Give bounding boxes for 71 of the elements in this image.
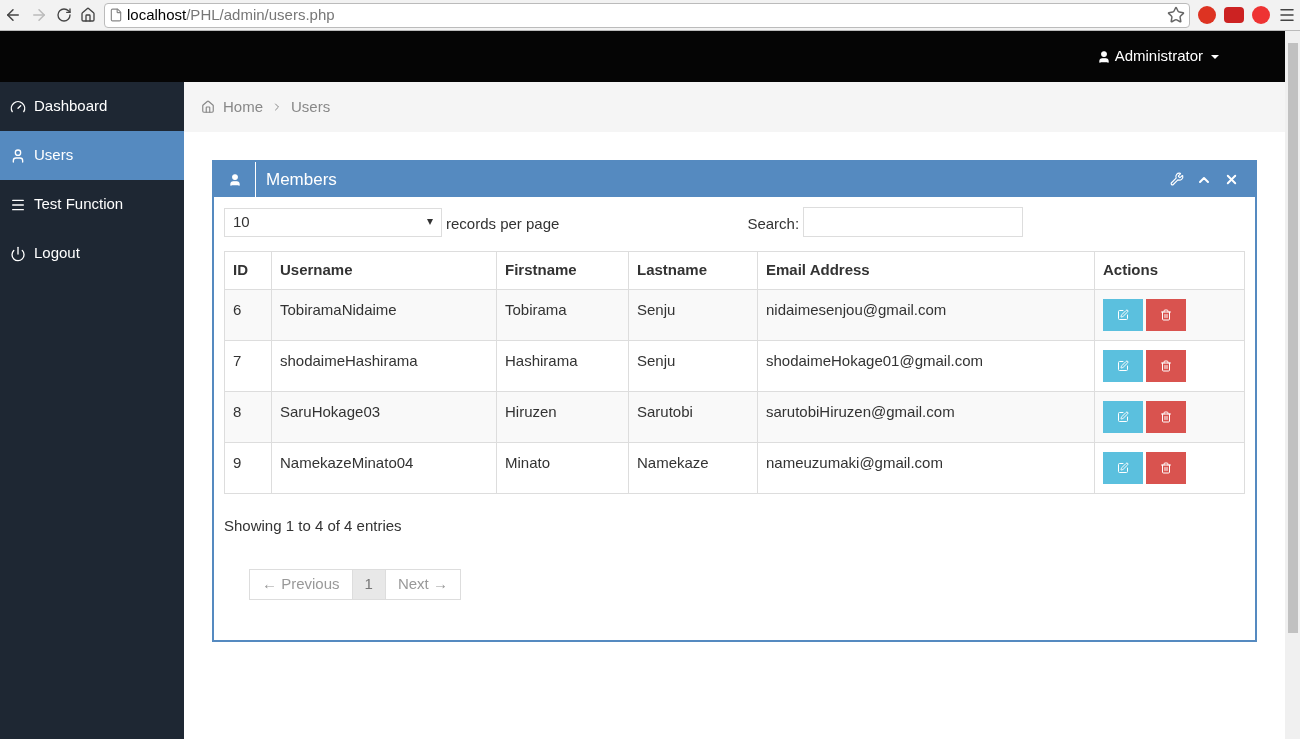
table-cell: 9 <box>224 442 272 494</box>
menu-icon[interactable] <box>1278 6 1296 24</box>
table-cell: 7 <box>224 340 272 392</box>
table-cell: Senju <box>628 289 758 341</box>
caret-icon <box>1211 54 1219 59</box>
search-label: Search: <box>747 213 800 234</box>
page-icon <box>109 8 123 22</box>
table-cell: 6 <box>224 289 272 341</box>
table-cell: Tobirama <box>496 289 629 341</box>
edit-button[interactable] <box>1103 452 1143 484</box>
table-cell: nidaimesenjou@gmail.com <box>757 289 1095 341</box>
column-header: Username <box>271 251 497 290</box>
column-header: Email Address <box>757 251 1095 290</box>
address-bar[interactable]: localhost/PHL/admin/users.php <box>104 2 1190 28</box>
caret-icon <box>427 219 433 225</box>
trash-icon <box>1160 462 1172 474</box>
back-icon[interactable] <box>4 6 22 24</box>
table-cell: SaruHokage03 <box>271 391 497 443</box>
home-icon <box>201 100 215 114</box>
breadcrumb-item: Users <box>291 96 331 117</box>
home-icon[interactable] <box>80 7 96 23</box>
user-icon <box>10 147 26 164</box>
page-size-label: records per page <box>446 213 560 234</box>
delete-button[interactable] <box>1146 452 1186 484</box>
table-cell: NamekazeMinato04 <box>271 442 497 494</box>
table-cell: TobiramaNidaime <box>271 289 497 341</box>
table-cell: Hiruzen <box>496 391 629 443</box>
table-cell: Hashirama <box>496 340 629 392</box>
sidebar-item[interactable]: Users <box>0 131 184 180</box>
edit-button[interactable] <box>1103 401 1143 433</box>
column-header: Lastname <box>628 251 758 290</box>
table-cell: Sarutobi <box>628 391 758 443</box>
wrench-icon[interactable] <box>1170 171 1184 186</box>
forward-icon[interactable] <box>30 6 48 24</box>
reload-icon[interactable] <box>56 7 72 23</box>
edit-icon <box>1117 411 1129 423</box>
column-header: Firstname <box>496 251 629 290</box>
column-header: Actions <box>1094 251 1245 290</box>
table-cell: Minato <box>496 442 629 494</box>
pagination-button[interactable]: 1 <box>351 568 386 600</box>
dashboard-icon <box>10 98 26 115</box>
edit-icon <box>1117 462 1129 474</box>
page-size-select[interactable]: 10 <box>224 207 442 237</box>
column-header: ID <box>224 251 272 290</box>
search-field[interactable] <box>803 207 1024 237</box>
delete-button[interactable] <box>1146 401 1186 433</box>
user-menu[interactable]: Administrator <box>1096 45 1219 68</box>
delete-button[interactable] <box>1146 299 1186 331</box>
table-cell: Namekaze <box>628 442 758 494</box>
url-path: /PHL/admin/users.php <box>186 4 335 25</box>
edit-button[interactable] <box>1103 299 1143 331</box>
edit-icon <box>1117 309 1129 321</box>
trash-icon <box>1160 360 1172 372</box>
edit-button[interactable] <box>1103 350 1143 382</box>
bookmark-star-icon[interactable] <box>1167 6 1185 24</box>
power-icon <box>10 245 26 262</box>
edit-icon <box>1117 360 1129 372</box>
table-cell: shodaimeHashirama <box>271 340 497 392</box>
table-cell: nameuzumaki@gmail.com <box>757 442 1095 494</box>
url-host: localhost <box>127 4 187 25</box>
entries-info: Showing 1 to 4 of 4 entries <box>224 516 403 536</box>
table-cell: shodaimeHokage01@gmail.com <box>757 340 1095 392</box>
trash-icon <box>1160 411 1172 423</box>
user-icon <box>227 172 242 187</box>
panel-title: Members <box>266 168 337 191</box>
delete-button[interactable] <box>1146 350 1186 382</box>
table-cell: Senju <box>628 340 758 392</box>
user-icon <box>1096 49 1111 64</box>
table-cell: sarutobiHiruzen@gmail.com <box>757 391 1095 443</box>
trash-icon <box>1160 309 1172 321</box>
table-cell: 8 <box>224 391 272 443</box>
